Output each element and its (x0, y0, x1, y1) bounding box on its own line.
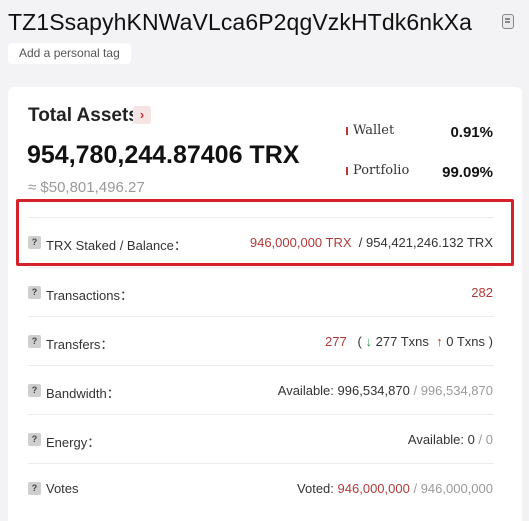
staked-amount[interactable]: 946,000,000 TRX (250, 235, 352, 250)
divider (28, 267, 494, 268)
energy-prefix: Available: (407, 432, 465, 447)
energy-value: Available: 0 / 0 (408, 432, 493, 447)
arrow-down-icon: ↓ (365, 334, 373, 349)
transfers-value: 277 ( ↓ 277 Txns ↑ 0 Txns ) (325, 334, 493, 349)
transactions-count[interactable]: 282 (471, 285, 493, 300)
wallet-legend-label: Wallet (353, 123, 395, 138)
balance-amount: 954,421,246.132 TRX (366, 235, 493, 250)
header: TZ1SsapyhKNWaVLca6P2qgVzkHTdk6nkXa Add a… (0, 0, 529, 84)
transfers-label: Transfers： (46, 337, 114, 352)
staked-balance-value: 946,000,000 TRX / 954,421,246.132 TRX (250, 235, 493, 250)
help-icon[interactable]: ? (28, 384, 41, 397)
transactions-label: Transactions： (46, 288, 133, 303)
help-icon[interactable]: ? (28, 433, 41, 446)
chevron-right-icon[interactable]: › (133, 106, 151, 124)
staked-balance-label: TRX Staked / Balance： (46, 238, 187, 253)
highlight-box (16, 199, 514, 266)
separator: / (413, 481, 418, 496)
separator: / (358, 235, 363, 250)
votes-prefix: Voted: (297, 481, 334, 496)
divider (28, 463, 494, 464)
bandwidth-label: Bandwidth： (46, 386, 120, 401)
paren-close: ) (488, 334, 493, 349)
help-icon[interactable]: ? (28, 286, 41, 299)
paren-open: ( (357, 334, 362, 349)
outgoing-transfers: 0 Txns (446, 334, 486, 349)
separator: / (478, 432, 483, 447)
add-personal-tag-button[interactable]: Add a personal tag (8, 43, 131, 64)
votes-voted[interactable]: 946,000,000 (338, 481, 410, 496)
bandwidth-total: 996,534,870 (420, 383, 493, 398)
separator: / (413, 383, 418, 398)
total-assets-title: Total Assets (28, 105, 139, 126)
energy-available: 0 (467, 432, 475, 447)
votes-label: Votes (46, 481, 79, 496)
divider (28, 316, 494, 317)
help-icon[interactable]: ? (28, 335, 41, 348)
portfolio-legend-label: Portfolio (353, 163, 410, 178)
transfers-total[interactable]: 277 (325, 334, 347, 349)
incoming-transfers: 277 Txns (375, 334, 429, 349)
votes-value: Voted: 946,000,000 / 946,000,000 (297, 481, 493, 496)
arrow-up-icon: ↑ (436, 334, 443, 349)
portfolio-percent: 99.09% (442, 164, 493, 181)
bandwidth-prefix: Available: (277, 383, 334, 398)
help-icon[interactable]: ? (28, 482, 41, 495)
help-icon[interactable]: ? (28, 236, 41, 249)
wallet-percent: 0.91% (450, 124, 493, 141)
divider (28, 414, 494, 415)
portfolio-legend-marker (346, 167, 348, 175)
wallet-legend-marker (346, 127, 348, 135)
account-address[interactable]: TZ1SsapyhKNWaVLca6P2qgVzkHTdk6nkXa (8, 9, 472, 36)
votes-total: 946,000,000 (420, 481, 493, 496)
copy-icon[interactable] (502, 14, 514, 29)
energy-total: 0 (485, 432, 493, 447)
bandwidth-value: Available: 996,534,870 / 996,534,870 (278, 383, 493, 398)
divider (28, 365, 494, 366)
bandwidth-available: 996,534,870 (337, 383, 410, 398)
energy-label: Energy： (46, 435, 101, 450)
total-assets-amount: 954,780,244.87406 TRX (27, 141, 300, 169)
total-assets-usd: ≈ $50,801,496.27 (28, 179, 145, 196)
